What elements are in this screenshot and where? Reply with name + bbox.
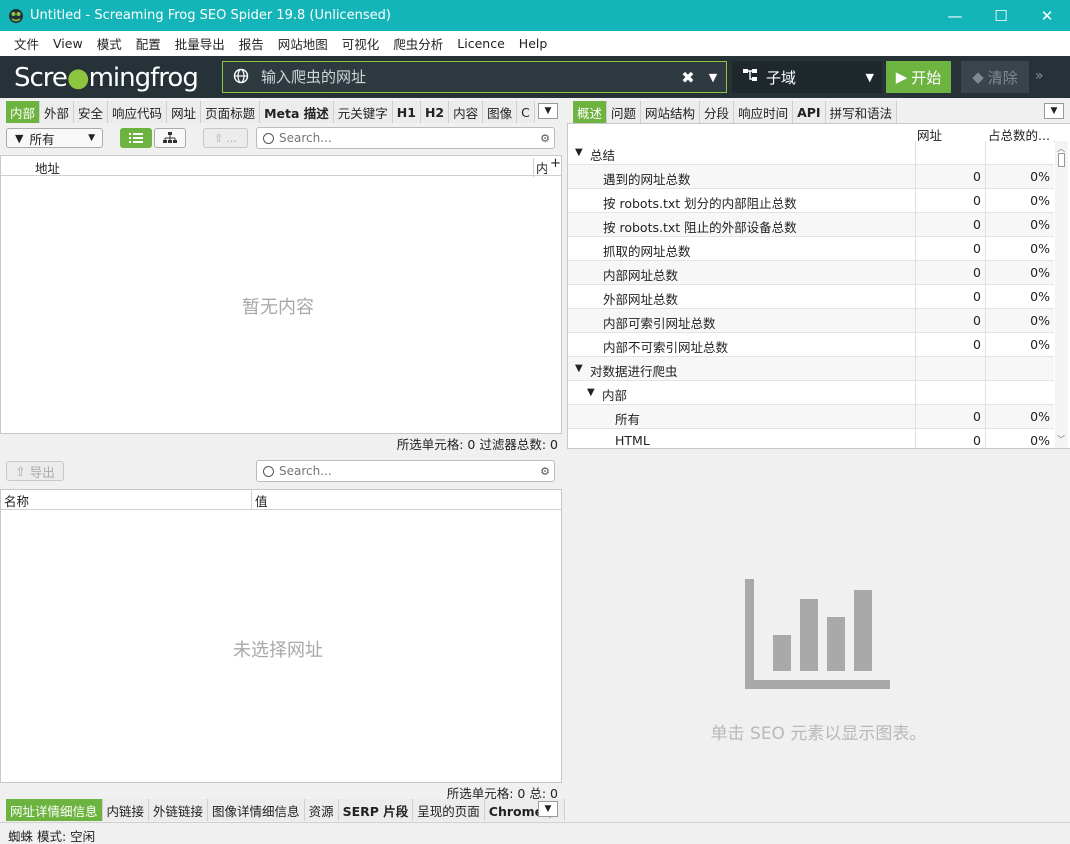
overview-row-label: 按 robots.txt 阻止的外部设备总数 (603, 220, 797, 235)
search-settings-icon[interactable]: ⚙ (536, 465, 554, 478)
overview-row-label: 内部 (602, 388, 628, 403)
details-header: 名称 值 (1, 490, 561, 510)
overview-row[interactable]: 外部网址总数 0 0% (568, 285, 1054, 309)
upload-icon: ⇧ (15, 463, 26, 479)
tab-image-details[interactable]: 图像详情细信息 (208, 799, 305, 821)
overview-row-label: HTML (615, 433, 650, 448)
overview-row-label: 总结 (590, 148, 616, 163)
overview-row[interactable]: 所有 0 0% (568, 405, 1054, 429)
overview-row-label: 内部网址总数 (603, 268, 679, 283)
overview-row-count: 0 (915, 333, 985, 357)
tab-resources[interactable]: 资源 (304, 799, 339, 821)
overview-row-count: 0 (915, 405, 985, 429)
tab-outlinks[interactable]: 外链链接 (149, 799, 209, 821)
details-search-input[interactable] (279, 464, 536, 478)
expand-toggle-icon[interactable]: ▼ (575, 363, 583, 374)
overview-row-count (915, 357, 985, 381)
overview-row-percent (985, 381, 1054, 405)
chart-panel: 单击 SEO 元素以显示图表。 (567, 489, 1070, 799)
chart-empty-message: 单击 SEO 元素以显示图表。 (710, 724, 927, 744)
expand-toggle-icon[interactable]: ▼ (587, 387, 595, 398)
overview-row-count: 0 (915, 165, 985, 189)
overview-row-count: 0 (915, 237, 985, 261)
overview-row[interactable]: 内部网址总数 0 0% (568, 261, 1054, 285)
overview-row-count: 0 (915, 189, 985, 213)
tab-rendered-page[interactable]: 呈现的页面 (413, 799, 485, 821)
tab-inlinks[interactable]: 内链接 (102, 799, 150, 821)
scroll-thumb[interactable] (1058, 153, 1065, 167)
overview-row[interactable]: 内部可索引网址总数 0 0% (568, 309, 1054, 333)
overview-row[interactable]: 内部不可索引网址总数 0 0% (568, 333, 1054, 357)
col-name[interactable]: 名称 (4, 491, 29, 510)
tab-serp-snippet[interactable]: SERP 片段 (338, 799, 414, 821)
overview-row[interactable]: ▼ 内部 (568, 381, 1054, 405)
overview-row-percent: 0% (985, 213, 1054, 237)
overview-row-percent: 0% (985, 165, 1054, 189)
details-search: ⚙ (256, 460, 555, 482)
details-tabs-dropdown[interactable]: ▼ (538, 801, 558, 817)
overview-row-label: 内部不可索引网址总数 (603, 340, 729, 355)
overview-row-percent: 0% (985, 309, 1054, 333)
overview-row-label: 按 robots.txt 划分的内部阻止总数 (603, 196, 797, 211)
overview-row-percent: 0% (985, 429, 1054, 448)
overview-row[interactable]: ▼ 对数据进行爬虫 (568, 357, 1054, 381)
overview-row-percent: 0% (985, 333, 1054, 357)
overview-row-count: 0 (915, 261, 985, 285)
overview-row-percent: 0% (985, 261, 1054, 285)
overview-scrollbar[interactable]: ︿ ﹀ (1055, 141, 1068, 448)
overview-row-count (915, 381, 985, 405)
overview-row-label: 抓取的网址总数 (603, 244, 691, 259)
overview-row-percent: 0% (985, 405, 1054, 429)
details-toolbar: ⇧导出 ⚙ (0, 456, 562, 488)
overview-row-percent (985, 141, 1054, 165)
expand-toggle-icon[interactable]: ▼ (575, 147, 583, 158)
details-table: 名称 值 未选择网址 (0, 489, 562, 783)
no-url-message: 未选择网址 (233, 640, 323, 661)
overview-row-percent: 0% (985, 189, 1054, 213)
bar-chart-icon (745, 579, 890, 689)
status-bar: 蜘蛛 模式: 空闲 (0, 822, 1070, 844)
overview-row-percent (985, 357, 1054, 381)
overview-row-percent: 0% (985, 237, 1054, 261)
overview-row-percent: 0% (985, 285, 1054, 309)
overview-row[interactable]: 抓取的网址总数 0 0% (568, 237, 1054, 261)
overview-row-count: 0 (915, 309, 985, 333)
overview-row-label: 内部可索引网址总数 (603, 316, 716, 331)
overview-row[interactable]: 按 robots.txt 阻止的外部设备总数 0 0% (568, 213, 1054, 237)
overview-row-count: 0 (915, 213, 985, 237)
details-tabs: 网址详情细信息 内链接 外链链接 图像详情细信息 资源 SERP 片段 呈现的页… (6, 799, 565, 821)
overview-row[interactable]: ▼ 总结 (568, 141, 1054, 165)
overview-row[interactable]: 遇到的网址总数 0 0% (568, 165, 1054, 189)
overview-row-label: 所有 (615, 412, 641, 427)
overview-row[interactable]: HTML 0 0% (568, 429, 1054, 448)
overview-row-label: 遇到的网址总数 (603, 172, 691, 187)
tab-url-details[interactable]: 网址详情细信息 (6, 799, 103, 821)
overview-row-count (915, 141, 985, 165)
search-icon (263, 465, 274, 477)
overview-row-count: 0 (915, 429, 985, 448)
overview-row-label: 外部网址总数 (603, 292, 679, 307)
overview-row-count: 0 (915, 285, 985, 309)
col-value[interactable]: 值 (251, 490, 268, 510)
details-export-button[interactable]: ⇧ 导出 (6, 461, 64, 481)
scroll-down-icon[interactable]: ﹀ (1057, 434, 1065, 445)
overview-row-label: 对数据进行爬虫 (590, 364, 678, 379)
overview-row[interactable]: 按 robots.txt 划分的内部阻止总数 0 0% (568, 189, 1054, 213)
